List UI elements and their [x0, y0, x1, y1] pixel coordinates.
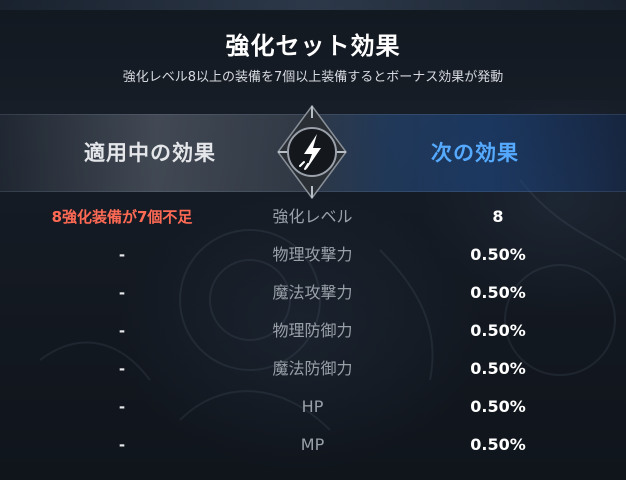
current-effect-cell: -	[118, 360, 126, 378]
table-row: - 物理防御力 0.50%	[0, 312, 626, 350]
lightning-bolt-icon	[277, 104, 347, 200]
table-row: - HP 0.50%	[0, 388, 626, 426]
current-effect-cell: -	[118, 398, 126, 416]
current-effect-cell: -	[118, 322, 126, 340]
table-row: - MP 0.50%	[0, 426, 626, 464]
next-effect-value: 0.50%	[470, 321, 526, 340]
table-row: - 魔法攻撃力 0.50%	[0, 274, 626, 312]
stat-label: MP	[300, 435, 325, 454]
stat-label: 魔法攻撃力	[272, 283, 353, 302]
table-row: - 魔法防御力 0.50%	[0, 350, 626, 388]
stat-label: HP	[301, 397, 324, 416]
table-row: 8強化装備が7個不足 強化レベル 8	[0, 198, 626, 236]
tab-next-effect[interactable]: 次の効果	[365, 115, 585, 191]
stat-label: 強化レベル	[272, 207, 353, 226]
next-effect-value: 0.50%	[470, 283, 526, 302]
next-effect-value: 0.50%	[470, 435, 526, 454]
top-strip	[0, 0, 626, 10]
table-row: - 物理攻撃力 0.50%	[0, 236, 626, 274]
next-effect-value: 8	[492, 207, 504, 226]
current-effect-cell: -	[118, 436, 126, 454]
current-effect-cell: 8強化装備が7個不足	[51, 208, 193, 226]
panel-header: 強化セット効果 強化レベル8以上の装備を7個以上装備するとボーナス効果が発動	[0, 0, 626, 100]
panel-subtitle: 強化レベル8以上の装備を7個以上装備するとボーナス効果が発動	[122, 70, 504, 85]
stat-label: 物理攻撃力	[272, 245, 353, 264]
tab-current-effect[interactable]: 適用中の効果	[40, 115, 260, 191]
current-effect-cell: -	[118, 284, 126, 302]
stat-label: 物理防御力	[272, 321, 353, 340]
stat-label: 魔法防御力	[272, 359, 353, 378]
next-effect-value: 0.50%	[470, 359, 526, 378]
current-effect-cell: -	[118, 246, 126, 264]
next-effect-value: 0.50%	[470, 245, 526, 264]
next-effect-value: 0.50%	[470, 397, 526, 416]
panel-title: 強化セット効果	[225, 32, 401, 60]
enhance-set-effect-panel: 強化セット効果 強化レベル8以上の装備を7個以上装備するとボーナス効果が発動 適…	[0, 0, 626, 480]
